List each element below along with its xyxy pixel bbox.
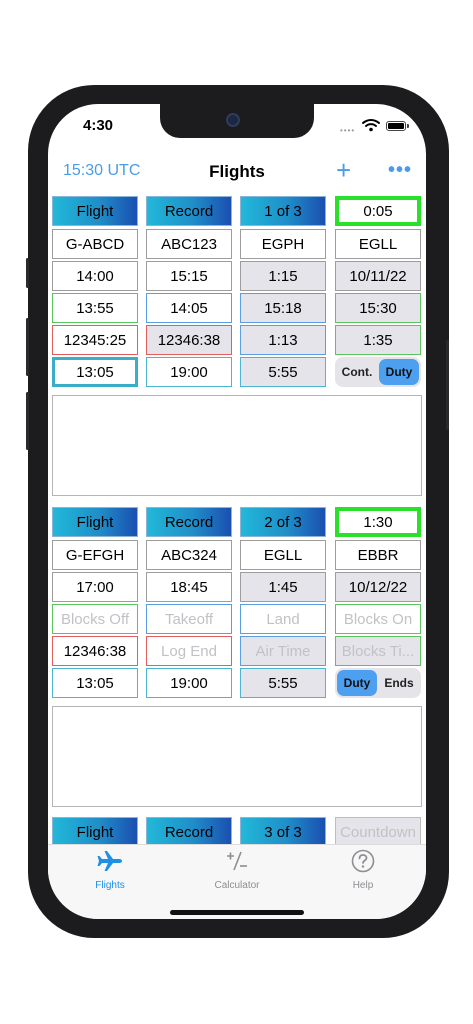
tab-help[interactable]: Help <box>313 849 413 891</box>
land-field[interactable]: Land <box>240 604 326 634</box>
calculator-icon <box>227 851 247 871</box>
duty-start-field[interactable]: 13:05 <box>52 668 138 698</box>
nav-bar: 15:30 UTC Flights + ••• <box>48 156 426 190</box>
screen: 4:30 •••• 15:30 UTC Flights + ••• Flight… <box>48 104 426 919</box>
land-field[interactable]: 15:18 <box>240 293 326 323</box>
record-header-button[interactable]: Record <box>146 196 232 226</box>
flight-header-button[interactable]: Flight <box>52 817 138 847</box>
blocks-on-field[interactable]: Blocks On <box>335 604 421 634</box>
takeoff-field[interactable]: Takeoff <box>146 604 232 634</box>
duty-time-field: 5:55 <box>240 668 326 698</box>
scheduled-duration-field: 1:15 <box>240 261 326 291</box>
flight-code-field[interactable]: ABC123 <box>146 229 232 259</box>
tab-bar: Flights Calculator Help <box>48 844 426 919</box>
tab-help-label: Help <box>352 880 374 891</box>
countdown-field[interactable]: 0:05 <box>335 196 421 226</box>
registration-field[interactable]: G-EFGH <box>52 540 138 570</box>
duty-mode-segmented-control: Duty Ends <box>335 668 421 698</box>
volume-down-button <box>26 392 29 450</box>
power-button <box>446 340 449 430</box>
battery-tip <box>407 124 409 128</box>
date-field[interactable]: 10/12/22 <box>335 572 421 602</box>
segment-duty[interactable]: Duty <box>337 670 377 696</box>
battery-icon <box>386 121 406 131</box>
flight-index-label: 3 of 3 <box>240 817 326 847</box>
countdown-field[interactable]: Countdown <box>335 817 421 847</box>
mute-switch <box>26 258 29 288</box>
duty-end-field[interactable]: 19:00 <box>146 357 232 387</box>
log-start-field[interactable]: 12345:25 <box>52 325 138 355</box>
segment-cont[interactable]: Cont. <box>337 359 377 385</box>
log-start-field[interactable]: 12346:38 <box>52 636 138 666</box>
blocks-off-field[interactable]: Blocks Off <box>52 604 138 634</box>
scheduled-departure-field[interactable]: 17:00 <box>52 572 138 602</box>
scheduled-duration-field: 1:45 <box>240 572 326 602</box>
duty-time-field: 5:55 <box>240 357 326 387</box>
tab-flights-label: Flights <box>95 880 125 891</box>
flight-index-label: 1 of 3 <box>240 196 326 226</box>
flight-code-field[interactable]: ABC324 <box>146 540 232 570</box>
add-flight-button[interactable]: + <box>336 156 351 184</box>
duty-end-field[interactable]: 19:00 <box>146 668 232 698</box>
record-header-button[interactable]: Record <box>146 817 232 847</box>
log-end-field[interactable]: 12346:38 <box>146 325 232 355</box>
blocks-time-field: Blocks Ti... <box>335 636 421 666</box>
front-camera <box>226 113 240 127</box>
flight-header-button[interactable]: Flight <box>52 507 138 537</box>
help-icon <box>351 849 375 873</box>
tab-calculator[interactable]: Calculator <box>187 849 287 891</box>
record-header-button[interactable]: Record <box>146 507 232 537</box>
departure-airport-field[interactable]: EGPH <box>240 229 326 259</box>
air-time-field: Air Time <box>240 636 326 666</box>
flight-header-button[interactable]: Flight <box>52 196 138 226</box>
page-title: Flights <box>209 162 265 181</box>
segment-duty[interactable]: Duty <box>379 359 419 385</box>
arrival-airport-field[interactable]: EBBR <box>335 540 421 570</box>
departure-airport-field[interactable]: EGLL <box>240 540 326 570</box>
scheduled-arrival-field[interactable]: 18:45 <box>146 572 232 602</box>
flight-index-label: 2 of 3 <box>240 507 326 537</box>
date-field[interactable]: 10/11/22 <box>335 261 421 291</box>
takeoff-field[interactable]: 14:05 <box>146 293 232 323</box>
tab-calculator-label: Calculator <box>214 880 260 891</box>
tab-flights[interactable]: Flights <box>60 849 160 891</box>
duty-mode-segmented-control: Cont. Duty <box>335 357 421 387</box>
blocks-off-field[interactable]: 13:55 <box>52 293 138 323</box>
home-indicator <box>170 910 304 915</box>
scheduled-departure-field[interactable]: 14:00 <box>52 261 138 291</box>
registration-field[interactable]: G-ABCD <box>52 229 138 259</box>
volume-up-button <box>26 318 29 376</box>
arrival-airport-field[interactable]: EGLL <box>335 229 421 259</box>
blocks-time-field: 1:35 <box>335 325 421 355</box>
segment-ends[interactable]: Ends <box>379 670 419 696</box>
scheduled-arrival-field[interactable]: 15:15 <box>146 261 232 291</box>
countdown-field[interactable]: 1:30 <box>335 507 421 537</box>
log-end-field[interactable]: Log End <box>146 636 232 666</box>
more-options-button[interactable]: ••• <box>388 156 412 184</box>
duty-start-field[interactable]: 13:05 <box>52 357 138 387</box>
notes-field[interactable] <box>52 395 422 496</box>
air-time-field: 1:13 <box>240 325 326 355</box>
notes-field[interactable] <box>52 706 422 807</box>
airplane-icon <box>97 851 122 871</box>
status-time: 4:30 <box>83 117 114 134</box>
blocks-on-field[interactable]: 15:30 <box>335 293 421 323</box>
signal-icon: •••• <box>340 126 356 135</box>
wifi-icon <box>362 119 380 132</box>
